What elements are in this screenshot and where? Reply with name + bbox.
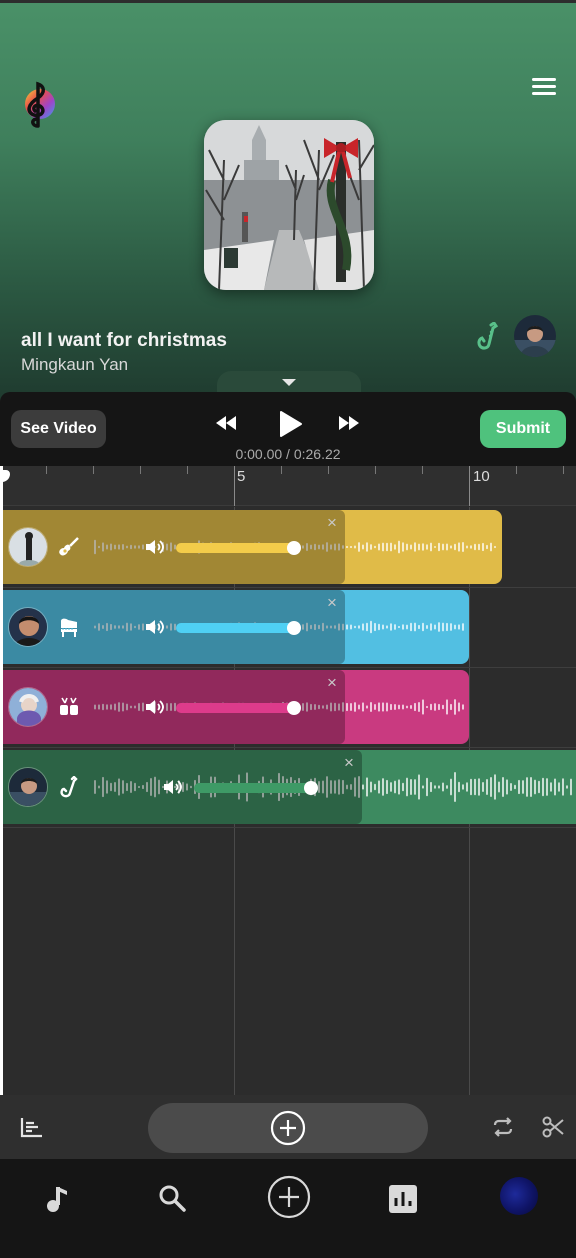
piano-icon [58, 616, 80, 638]
timeline-ruler[interactable]: 5 10 [0, 466, 576, 506]
volume-slider[interactable] [194, 783, 312, 793]
user-avatar[interactable] [514, 315, 556, 357]
ruler-label-5: 5 [237, 468, 246, 485]
track-avatar[interactable] [8, 767, 48, 807]
play-icon[interactable] [277, 410, 303, 443]
transport-bar: See Video 0:00.00 / 0:26.22 Submit [0, 392, 576, 466]
remove-track-button[interactable]: × [327, 674, 337, 691]
artist-name: Mingkaun Yan [21, 355, 129, 374]
playhead[interactable] [0, 466, 3, 1095]
volume-knob[interactable] [287, 621, 301, 635]
song-title: all I want for christmas [21, 330, 227, 351]
mixer-bars-icon[interactable] [20, 1116, 44, 1143]
drums-icon [58, 696, 80, 718]
scissors-icon[interactable] [541, 1115, 565, 1144]
guitar-icon [58, 536, 80, 558]
volume-slider[interactable] [176, 543, 294, 553]
track-drums[interactable]: × [2, 670, 469, 744]
volume-knob[interactable] [304, 781, 318, 795]
track-avatar[interactable] [8, 607, 48, 647]
track-avatar[interactable] [8, 687, 48, 727]
track-avatar[interactable] [8, 527, 48, 567]
music-note-icon[interactable] [40, 1179, 80, 1219]
track-toolbar [0, 1095, 576, 1159]
remove-track-button[interactable]: × [344, 754, 354, 771]
ruler-label-10: 10 [473, 468, 490, 485]
saxophone-icon [474, 320, 500, 350]
volume-slider[interactable] [176, 623, 294, 633]
rewind-icon[interactable] [214, 414, 238, 437]
loop-icon[interactable] [491, 1116, 515, 1143]
create-plus-circle-icon[interactable] [266, 1174, 312, 1220]
bottom-nav [0, 1159, 576, 1258]
track-saxophone[interactable]: × [2, 750, 576, 824]
search-icon[interactable] [152, 1179, 192, 1219]
volume-slider[interactable] [176, 703, 294, 713]
song-header: all I want for christmas Mingkaun Yan [0, 0, 576, 401]
volume-knob[interactable] [287, 701, 301, 715]
time-readout: 0:00.00 / 0:26.22 [235, 446, 341, 462]
volume-knob[interactable] [287, 541, 301, 555]
profile-avatar[interactable] [500, 1177, 538, 1215]
volume-icon[interactable] [144, 698, 166, 716]
chevron-down-icon [282, 379, 296, 386]
remove-track-button[interactable]: × [327, 594, 337, 611]
saxophone-icon [58, 775, 80, 798]
volume-icon[interactable] [162, 778, 184, 796]
track-piano[interactable]: × [2, 590, 469, 664]
submit-button[interactable]: Submit [480, 410, 566, 448]
volume-icon[interactable] [144, 618, 166, 636]
remove-track-button[interactable]: × [327, 514, 337, 531]
hamburger-menu-icon[interactable] [532, 78, 556, 98]
add-track-bar[interactable] [148, 1103, 428, 1153]
see-video-button[interactable]: See Video [11, 410, 106, 448]
chart-icon[interactable] [383, 1179, 423, 1219]
plus-circle-icon[interactable] [270, 1110, 306, 1146]
app-root: all I want for christmas Mingkaun Yan Se… [0, 0, 576, 1258]
track-guitar[interactable]: × [2, 510, 502, 584]
treble-clef-logo-icon[interactable] [18, 80, 58, 130]
cover-art [204, 120, 374, 290]
top-border [0, 0, 576, 3]
fast-forward-icon[interactable] [337, 414, 361, 437]
volume-icon[interactable] [144, 538, 166, 556]
